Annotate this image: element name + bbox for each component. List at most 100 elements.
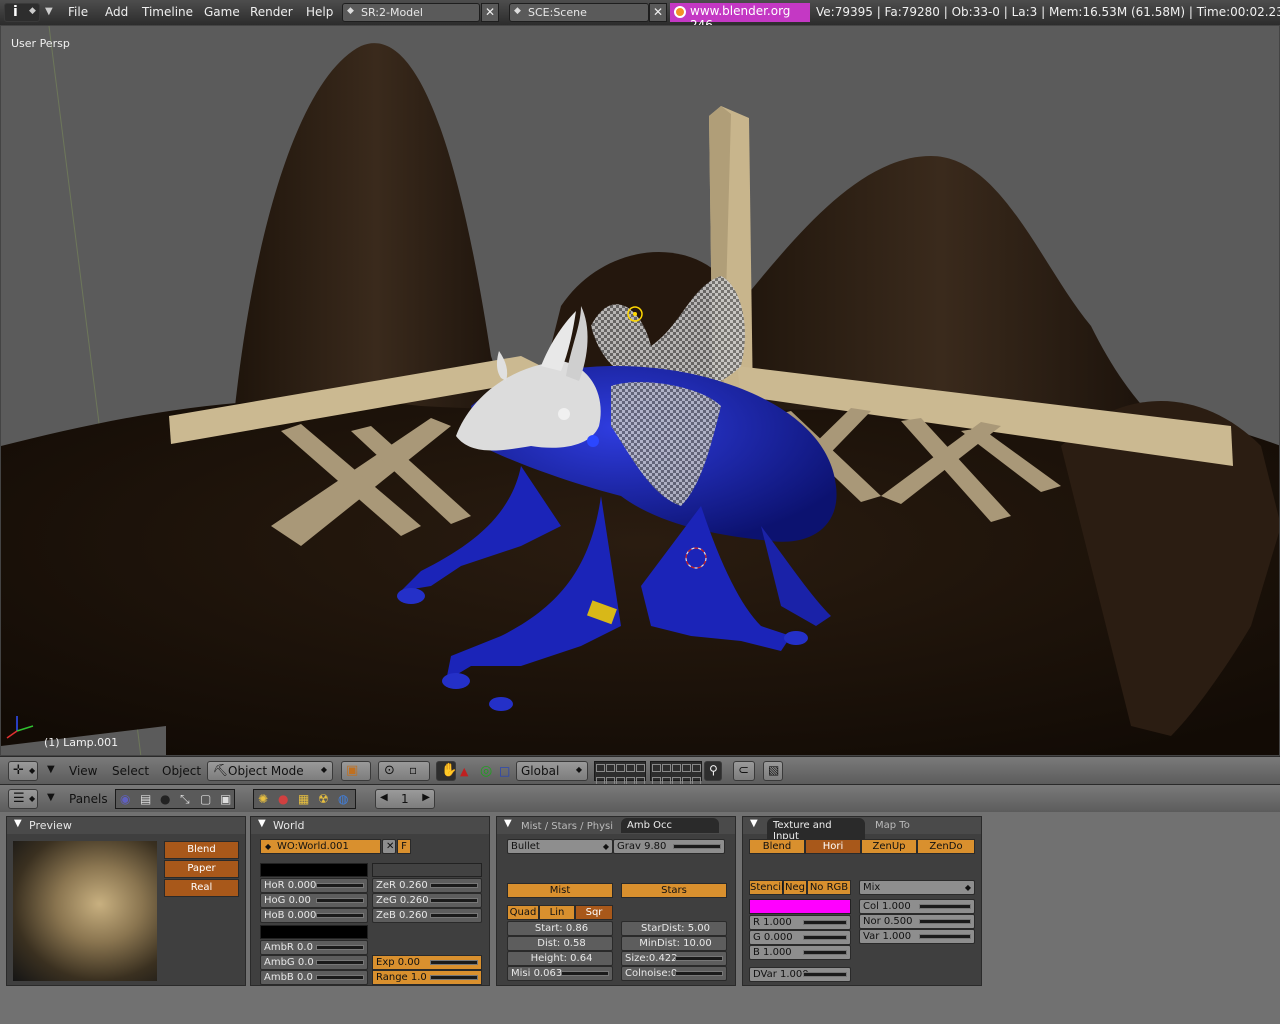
tab-map-to[interactable]: Map To	[869, 818, 916, 833]
mist-toggle[interactable]: Mist	[507, 883, 613, 898]
misi-field[interactable]: Misi 0.063	[507, 966, 613, 981]
fake-user-button[interactable]: F	[397, 839, 411, 854]
mode-selector[interactable]: ⛏ Object Mode ◆	[207, 761, 333, 781]
manipulator-toggle[interactable]: ✋	[436, 761, 457, 781]
dvar-field[interactable]: DVar 1.000	[749, 967, 851, 982]
editor-type-button[interactable]: ✛ ◆	[8, 761, 38, 781]
nor-field[interactable]: Nor 0.500	[859, 914, 975, 929]
orientation-selector[interactable]: Global ◆	[516, 761, 588, 781]
menu-add[interactable]: Add	[105, 5, 128, 19]
context-buttons[interactable]: ◉ ▤ ● ⤡ ▢ ▣	[115, 789, 235, 809]
tex-b-field[interactable]: B 1.000	[749, 945, 851, 960]
shading-subcontext[interactable]: ✺ ● ▦ ☢ ◍	[253, 789, 356, 809]
var-field[interactable]: Var 1.000	[859, 929, 975, 944]
snap-button[interactable]: ⊂	[733, 761, 755, 781]
horizon-color-swatch[interactable]	[260, 863, 368, 877]
blender-url[interactable]: www.blender.org 246	[670, 3, 810, 32]
collapse-menu-icon[interactable]: ▼	[47, 764, 55, 775]
delete-scene-button[interactable]: ✕	[649, 3, 667, 22]
panel-header[interactable]: ▼ World	[251, 817, 489, 834]
scene-selector[interactable]: ◆ SCE:Scene	[509, 3, 649, 22]
rotate-icon[interactable]: ◎	[480, 763, 492, 779]
col-field[interactable]: Col 1.000	[859, 899, 975, 914]
radiosity-icon[interactable]: ☢	[318, 792, 329, 806]
ambg-field[interactable]: AmbG 0.0	[260, 955, 368, 970]
mapping-hori[interactable]: Hori	[805, 839, 861, 854]
mapping-zenup[interactable]: ZenUp	[861, 839, 917, 854]
panel-header[interactable]: ▼ Preview	[7, 817, 245, 834]
texture-icon[interactable]: ▦	[298, 792, 309, 806]
scale-icon[interactable]: □	[499, 764, 510, 778]
tex-g-field[interactable]: G 0.000	[749, 930, 851, 945]
collapse-triangle-icon[interactable]: ▼	[14, 818, 22, 829]
preview-paper-button[interactable]: Paper	[164, 860, 239, 878]
menu-help[interactable]: Help	[306, 5, 333, 19]
collapse-triangle-icon[interactable]: ▼	[258, 818, 266, 829]
mindist-field[interactable]: MinDist: 10.00	[621, 936, 727, 951]
menu-timeline[interactable]: Timeline	[142, 5, 193, 19]
menu-object[interactable]: Object	[162, 764, 201, 778]
screen-selector[interactable]: ◆ SR:2-Model	[342, 3, 480, 22]
blend-mode-select[interactable]: Mix ◆	[859, 880, 975, 895]
tab-amb-occ[interactable]: Amb Occ	[621, 818, 719, 833]
hor-field[interactable]: HoR 0.000	[260, 878, 368, 893]
hog-field[interactable]: HoG 0.00	[260, 893, 368, 908]
collapse-triangle-icon[interactable]: ▼	[750, 818, 758, 829]
editing-icon[interactable]: ▢	[200, 792, 211, 806]
world-name-field[interactable]: ◆ WO:World.001	[260, 839, 381, 854]
mist-dist-field[interactable]: Dist: 0.58	[507, 936, 613, 951]
script-icon[interactable]: ▤	[140, 792, 151, 806]
logic-icon[interactable]: ◉	[120, 792, 130, 806]
no-rgb-toggle[interactable]: No RGB	[807, 880, 851, 895]
editor-type-button[interactable]: i ◆	[4, 3, 40, 22]
stencil-toggle[interactable]: Stencil	[749, 880, 784, 895]
zeb-field[interactable]: ZeB 0.260	[372, 908, 482, 923]
menu-select[interactable]: Select	[112, 764, 149, 778]
panel-header[interactable]: ▼ Mist / Stars / Physi Amb Occ	[497, 817, 735, 834]
lamp-icon[interactable]: ✺	[258, 792, 268, 806]
zeg-field[interactable]: ZeG 0.260	[372, 893, 482, 908]
neg-toggle[interactable]: Neg	[783, 880, 807, 895]
material-icon[interactable]: ●	[278, 792, 288, 806]
falloff-sqr[interactable]: Sqr	[575, 905, 613, 920]
object-icon[interactable]: ⤡	[180, 792, 190, 807]
arrow-left-icon[interactable]: ◀	[380, 792, 388, 803]
mist-height-field[interactable]: Height: 0.64	[507, 951, 613, 966]
translate-icon[interactable]: ▲	[460, 765, 468, 778]
falloff-lin[interactable]: Lin	[539, 905, 575, 920]
preview-blend-button[interactable]: Blend	[164, 841, 239, 859]
hob-field[interactable]: HoB 0.000	[260, 908, 368, 923]
layer-buttons-2[interactable]	[650, 761, 702, 785]
layer-buttons-1[interactable]	[594, 761, 646, 785]
collapse-menu-icon[interactable]: ▼	[47, 792, 55, 803]
grav-field[interactable]: Grav 9.80	[613, 839, 725, 854]
panels-menu[interactable]: Panels	[69, 792, 108, 806]
world-icon[interactable]: ◍	[338, 792, 348, 806]
physics-engine-select[interactable]: Bullet ◆	[507, 839, 613, 854]
panel-header[interactable]: ▼ Texture and Input Map To	[743, 817, 981, 844]
menu-file[interactable]: File	[68, 5, 88, 19]
zenith-color-swatch[interactable]	[372, 863, 482, 877]
star-size-field[interactable]: Size:0.422	[621, 951, 727, 966]
texture-color-swatch[interactable]	[749, 899, 851, 914]
frame-field[interactable]: ◀ 1 ▶	[375, 789, 435, 809]
menu-view[interactable]: View	[69, 764, 97, 778]
collapse-triangle-icon[interactable]: ▼	[504, 818, 512, 829]
shading-icon[interactable]: ●	[160, 792, 170, 806]
stars-toggle[interactable]: Stars	[621, 883, 727, 898]
scene-icon[interactable]: ▣	[220, 792, 231, 806]
colnoise-field[interactable]: Colnoise:0	[621, 966, 727, 981]
collapse-menu-icon[interactable]: ▼	[45, 6, 53, 17]
editor-type-button[interactable]: ☰ ◆	[8, 789, 38, 809]
falloff-quad[interactable]: Quad	[507, 905, 539, 920]
tex-r-field[interactable]: R 1.000	[749, 915, 851, 930]
stardist-field[interactable]: StarDist: 5.00	[621, 921, 727, 936]
range-field[interactable]: Range 1.0	[372, 970, 482, 985]
menu-game[interactable]: Game	[204, 5, 240, 19]
render-button[interactable]: ▧	[763, 761, 783, 781]
mapping-zendo[interactable]: ZenDo	[917, 839, 975, 854]
exp-field[interactable]: Exp 0.00	[372, 955, 482, 970]
pivot-selector[interactable]: ⊙ ▫	[378, 761, 430, 781]
zer-field[interactable]: ZeR 0.260	[372, 878, 482, 893]
3d-viewport[interactable]: User Persp (1) Lamp.001	[0, 25, 1280, 756]
